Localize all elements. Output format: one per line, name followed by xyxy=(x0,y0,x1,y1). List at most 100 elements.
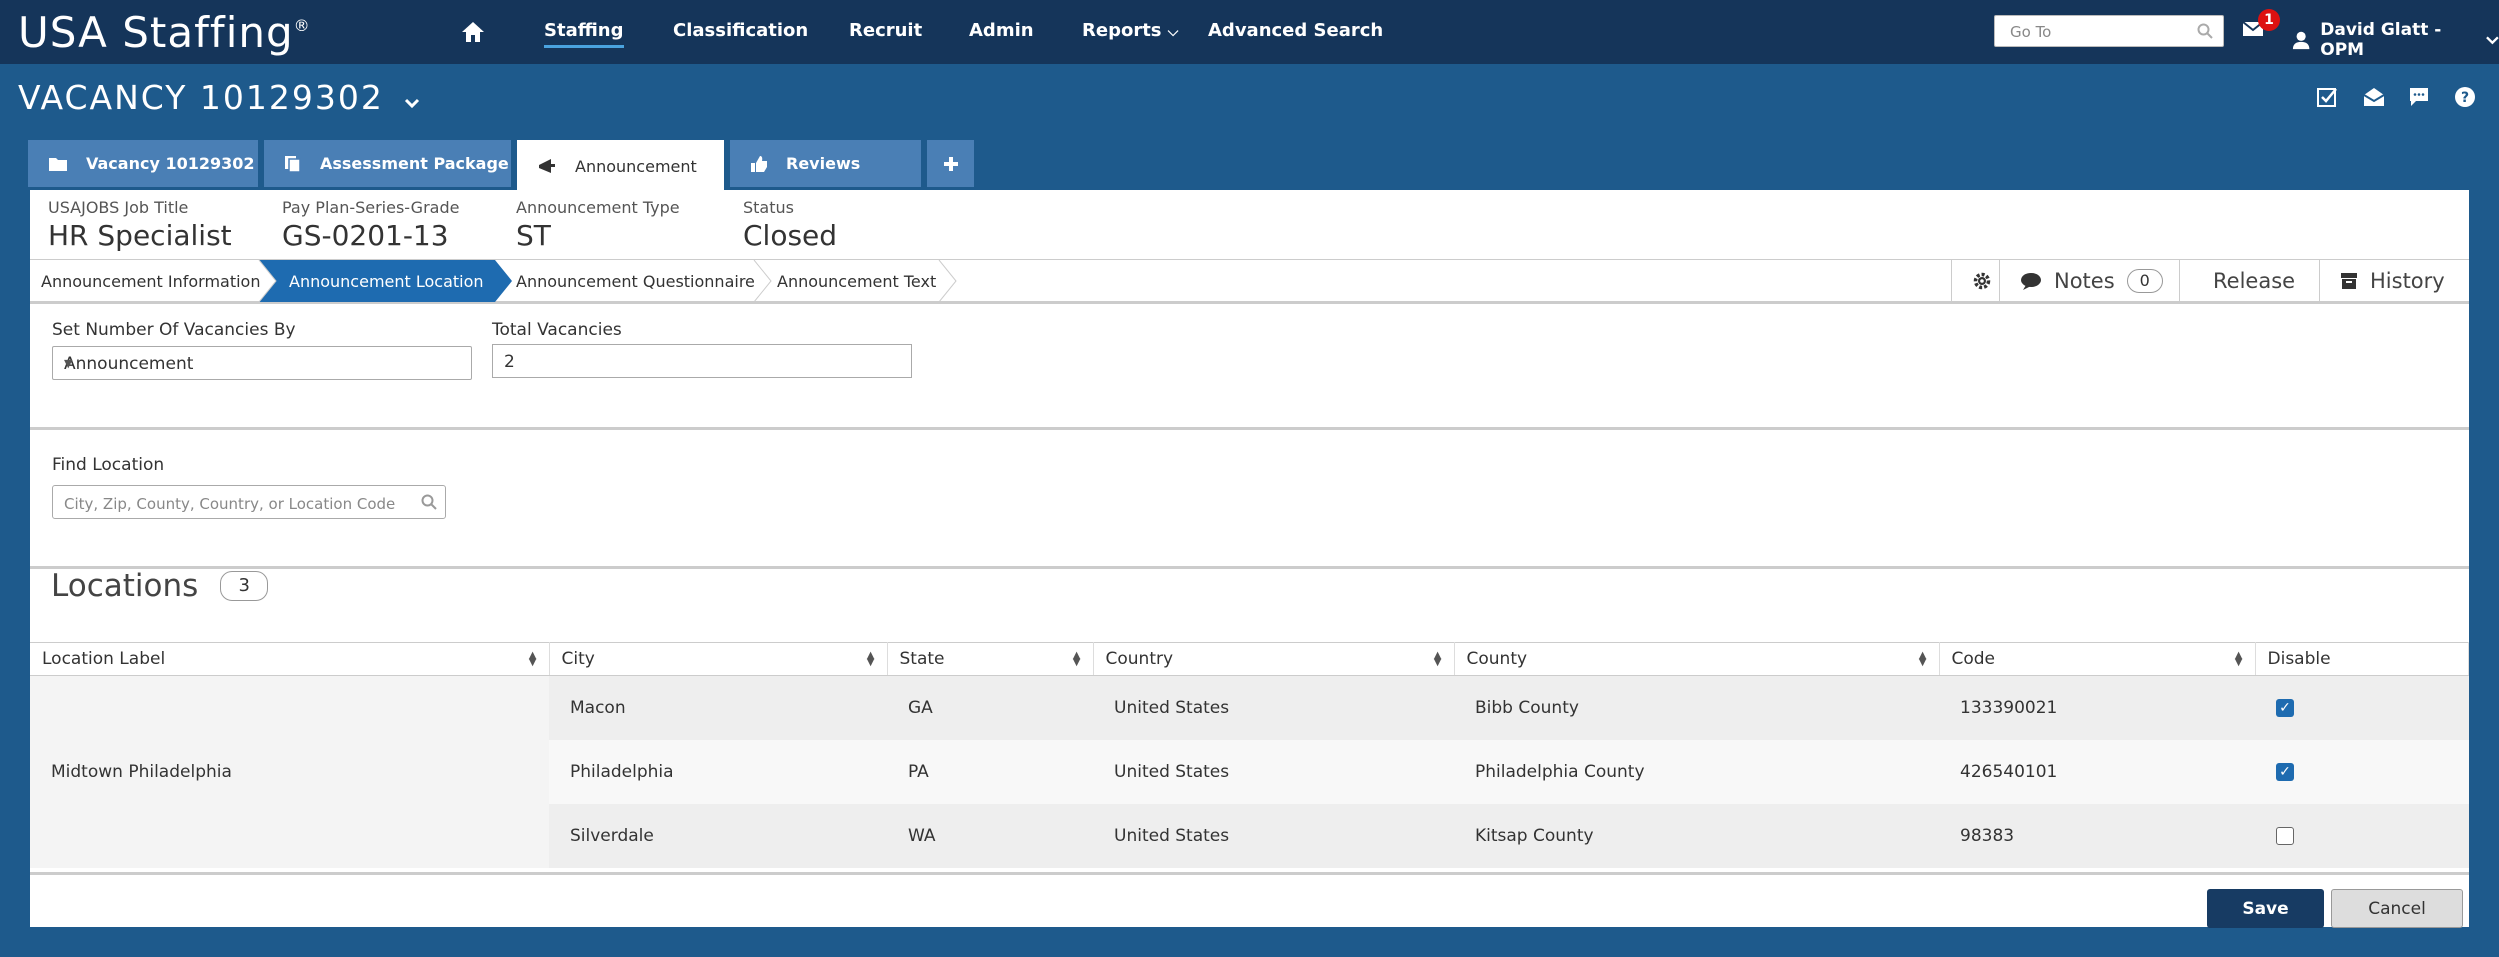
svg-text:?: ? xyxy=(2461,90,2469,106)
sort-icon: ▲ ▼ xyxy=(866,650,875,668)
total-vacancies-label: Total Vacancies xyxy=(492,320,622,340)
table-row: Midtown Philadelphia Macon GA United Sta… xyxy=(30,675,2469,868)
search-icon xyxy=(421,494,437,510)
tab-announcement[interactable]: Announcement xyxy=(517,140,724,192)
total-vacancies-input[interactable]: 2 xyxy=(492,344,912,378)
form-actions: Save Cancel xyxy=(30,872,2469,928)
add-tab-button[interactable] xyxy=(927,140,974,187)
comment-icon xyxy=(2021,273,2041,290)
user-menu[interactable]: David Glatt - OPM xyxy=(2292,20,2499,60)
cell-code: 133390021 xyxy=(1939,675,2255,740)
cell-country: United States xyxy=(1093,675,1454,740)
vacancies-by-select[interactable]: Announcement ▼ xyxy=(52,346,472,380)
cell-state: WA xyxy=(887,803,1093,868)
goto-input[interactable]: Go To xyxy=(1994,15,2224,47)
help-icon[interactable]: ? xyxy=(2454,86,2478,108)
main-card: USAJOBS Job Title HR Specialist Pay Plan… xyxy=(30,190,2469,928)
tab-vacancy[interactable]: Vacancy 10129302 xyxy=(28,140,258,187)
sort-icon: ▲ ▼ xyxy=(2234,650,2243,668)
summary-job-title: USAJOBS Job Title HR Specialist xyxy=(48,198,232,252)
step-announcement-text[interactable]: Announcement Text xyxy=(777,260,936,302)
col-city[interactable]: City ▲ ▼ xyxy=(549,642,888,676)
col-disable: Disable xyxy=(2255,642,2469,676)
chevron-down-icon xyxy=(2486,36,2499,45)
cell-state: GA xyxy=(887,675,1093,740)
home-icon[interactable] xyxy=(460,20,486,44)
archive-icon xyxy=(2341,273,2357,289)
task-icon[interactable] xyxy=(2316,86,2340,108)
cell-disable: ✓ xyxy=(2255,739,2469,804)
envelope-open-icon[interactable] xyxy=(2362,86,2386,108)
sort-icon: ▲ ▼ xyxy=(1918,650,1927,668)
vacancy-summary: USAJOBS Job Title HR Specialist Pay Plan… xyxy=(30,190,2469,260)
cell-code: 98383 xyxy=(1939,803,2255,868)
sort-icon: ▲ ▼ xyxy=(1433,650,1442,668)
tab-assessment-package[interactable]: Assessment Package xyxy=(264,140,511,187)
disable-checkbox[interactable]: ✓ xyxy=(2276,762,2294,781)
col-country[interactable]: Country ▲ ▼ xyxy=(1093,642,1455,676)
locations-table: Location Label ▲ ▼ City ▲ ▼ State ▲ ▼ Country ▲… xyxy=(30,642,2469,868)
location-group-label: Midtown Philadelphia xyxy=(30,675,549,868)
thumbs-up-icon xyxy=(751,155,767,172)
header-actions: ? xyxy=(2316,86,2478,108)
notification-badge: 1 xyxy=(2258,9,2280,31)
nav-admin[interactable]: Admin xyxy=(969,20,1034,41)
chevron-down-icon xyxy=(405,98,420,109)
col-state[interactable]: State ▲ ▼ xyxy=(887,642,1094,676)
col-location-label[interactable]: Location Label ▲ ▼ xyxy=(30,642,550,676)
step-announcement-information[interactable]: Announcement Information xyxy=(41,260,260,302)
cell-country: United States xyxy=(1093,739,1454,804)
disable-checkbox[interactable]: ✓ xyxy=(2276,698,2294,717)
chevron-down-icon: ⌵ xyxy=(1167,24,1179,40)
nav-staffing[interactable]: Staffing xyxy=(544,20,624,48)
locations-header: Locations 3 xyxy=(30,568,2469,604)
cell-disable xyxy=(2255,803,2469,868)
nav-classification[interactable]: Classification xyxy=(673,20,808,41)
announcement-steps: Announcement Information Announcement Lo… xyxy=(30,260,2469,304)
folder-icon xyxy=(49,157,67,171)
vacancies-section: Set Number Of Vacancies By Announcement … xyxy=(30,304,2469,430)
release-button[interactable]: Release xyxy=(2179,260,2319,302)
user-icon xyxy=(2292,31,2310,50)
cell-code: 426540101 xyxy=(1939,739,2255,804)
gear-icon xyxy=(1973,272,1991,290)
summary-grade: Pay Plan-Series-Grade GS-0201-13 xyxy=(282,198,460,252)
locations-count: 3 xyxy=(220,571,269,601)
step-announcement-location[interactable]: Announcement Location xyxy=(289,260,484,302)
logo[interactable]: USA Staffing® xyxy=(18,8,311,57)
cell-county: Philadelphia County xyxy=(1454,739,1939,804)
find-location-input[interactable]: City, Zip, County, Country, or Location … xyxy=(52,485,446,519)
top-nav: USA Staffing® Staffing Classification Re… xyxy=(0,0,2499,64)
step-announcement-questionnaire[interactable]: Announcement Questionnaire xyxy=(516,260,755,302)
summary-status: Status Closed xyxy=(743,198,838,252)
nav-advanced-search[interactable]: Advanced Search xyxy=(1208,20,1383,41)
sort-icon: ▲ ▼ xyxy=(1072,650,1081,668)
disable-checkbox[interactable] xyxy=(2276,826,2294,845)
save-button[interactable]: Save xyxy=(2207,889,2324,928)
sort-icon: ▲ ▼ xyxy=(528,650,537,668)
megaphone-icon xyxy=(539,159,555,173)
find-location-section: Find Location City, Zip, County, Country… xyxy=(30,433,2469,569)
vacancy-title[interactable]: VACANCY 10129302 xyxy=(18,78,420,117)
cell-country: United States xyxy=(1093,803,1454,868)
cell-county: Bibb County xyxy=(1454,675,1939,740)
history-button[interactable]: History xyxy=(2319,260,2469,302)
cancel-button[interactable]: Cancel xyxy=(2331,889,2463,928)
documents-icon xyxy=(285,155,301,173)
nav-reports[interactable]: Reports ⌵ xyxy=(1082,20,1178,41)
find-location-label: Find Location xyxy=(52,455,165,475)
tab-reviews[interactable]: Reviews xyxy=(730,140,921,187)
cell-county: Kitsap County xyxy=(1454,803,1939,868)
locations-title: Locations xyxy=(51,568,199,604)
notes-count: 0 xyxy=(2126,269,2163,293)
caret-down-icon: ▼ xyxy=(64,357,73,370)
notes-button[interactable]: Notes 0 xyxy=(1999,260,2179,302)
vacancies-by-label: Set Number Of Vacancies By xyxy=(52,320,296,340)
plus-icon xyxy=(943,156,958,171)
col-county[interactable]: County ▲ ▼ xyxy=(1454,642,1940,676)
search-icon xyxy=(2197,23,2213,39)
comment-icon[interactable] xyxy=(2408,86,2432,108)
col-code[interactable]: Code ▲ ▼ xyxy=(1939,642,2256,676)
summary-type: Announcement Type ST xyxy=(516,198,680,252)
nav-recruit[interactable]: Recruit xyxy=(849,20,922,41)
